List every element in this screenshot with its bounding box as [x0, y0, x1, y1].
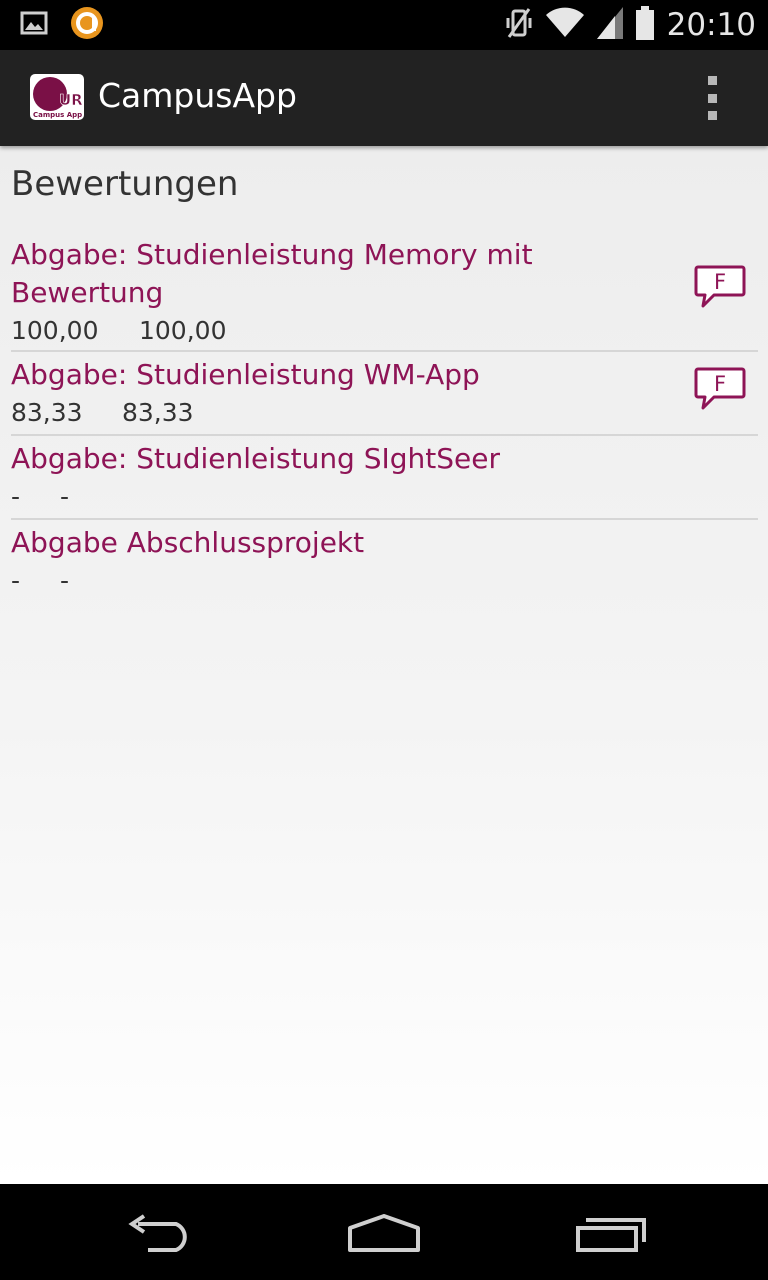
picture-icon [20, 10, 48, 40]
grade-score-1: - [11, 566, 21, 595]
status-time: 20:10 [666, 7, 756, 43]
svg-text:Campus App: Campus App [33, 111, 82, 119]
svg-text:UR: UR [59, 91, 83, 109]
grade-item-scores: - - [11, 478, 758, 516]
recents-icon [576, 1218, 646, 1252]
wifi-icon [545, 7, 585, 43]
grade-item-scores: 100,00 100,00 [11, 312, 758, 350]
home-button[interactable] [346, 1214, 422, 1258]
navigation-bar [0, 1184, 768, 1280]
grade-item-title[interactable]: Abgabe: Studienleistung WM-App [11, 356, 671, 394]
action-bar: UR Campus App CampusApp [0, 50, 768, 146]
status-bar-right: 20:10 [505, 6, 756, 44]
grade-score-1: 83,33 [11, 398, 83, 427]
vibrate-off-icon [505, 6, 533, 44]
overflow-menu-button[interactable] [700, 74, 724, 122]
grade-item[interactable]: Abgabe: Studienleistung SIghtSeer - - [11, 436, 758, 520]
grade-score-1: 100,00 [11, 316, 99, 345]
grade-score-2: - [60, 566, 70, 595]
grade-score-2: - [60, 482, 70, 511]
home-icon [348, 1214, 420, 1252]
battery-icon [635, 6, 655, 44]
grade-item[interactable]: Abgabe: Studienleistung WM-App 83,33 83,… [11, 352, 758, 436]
grade-item[interactable]: Abgabe: Studienleistung Memory mit Bewer… [11, 232, 758, 352]
grade-score-2: 100,00 [139, 316, 227, 345]
grade-item-title[interactable]: Abgabe: Studienleistung Memory mit Bewer… [11, 236, 671, 312]
overflow-dot [707, 76, 717, 85]
feedback-speech-bubble-icon: F [694, 265, 746, 308]
grades-list: Abgabe: Studienleistung Memory mit Bewer… [11, 232, 758, 602]
feedback-button[interactable]: F [694, 264, 746, 310]
overflow-dot [707, 93, 717, 103]
svg-text:F: F [714, 372, 726, 396]
status-bar-left [20, 6, 104, 44]
notification-app-icon [70, 6, 104, 44]
app-logo[interactable]: UR Campus App [30, 74, 84, 120]
page-title: Bewertungen [11, 164, 239, 204]
overflow-dot [707, 111, 717, 120]
status-bar: 20:10 [0, 0, 768, 50]
grade-item-scores: 83,33 83,33 [11, 394, 758, 432]
recents-button[interactable] [574, 1216, 646, 1258]
content-area: Bewertungen Abgabe: Studienleistung Memo… [0, 146, 768, 1184]
grade-item-title[interactable]: Abgabe: Studienleistung SIghtSeer [11, 440, 671, 478]
grade-score-2: 83,33 [122, 398, 194, 427]
signal-icon [596, 7, 623, 43]
back-button[interactable] [124, 1214, 196, 1258]
app-title: CampusApp [98, 76, 297, 115]
feedback-button[interactable]: F [694, 366, 746, 412]
feedback-speech-bubble-icon: F [694, 367, 746, 410]
grade-score-1: - [11, 482, 21, 511]
back-icon [128, 1214, 187, 1252]
grade-item-title[interactable]: Abgabe Abschlussprojekt [11, 524, 671, 562]
svg-text:F: F [714, 270, 726, 294]
grade-item[interactable]: Abgabe Abschlussprojekt - - [11, 520, 758, 602]
grade-item-scores: - - [11, 562, 758, 600]
